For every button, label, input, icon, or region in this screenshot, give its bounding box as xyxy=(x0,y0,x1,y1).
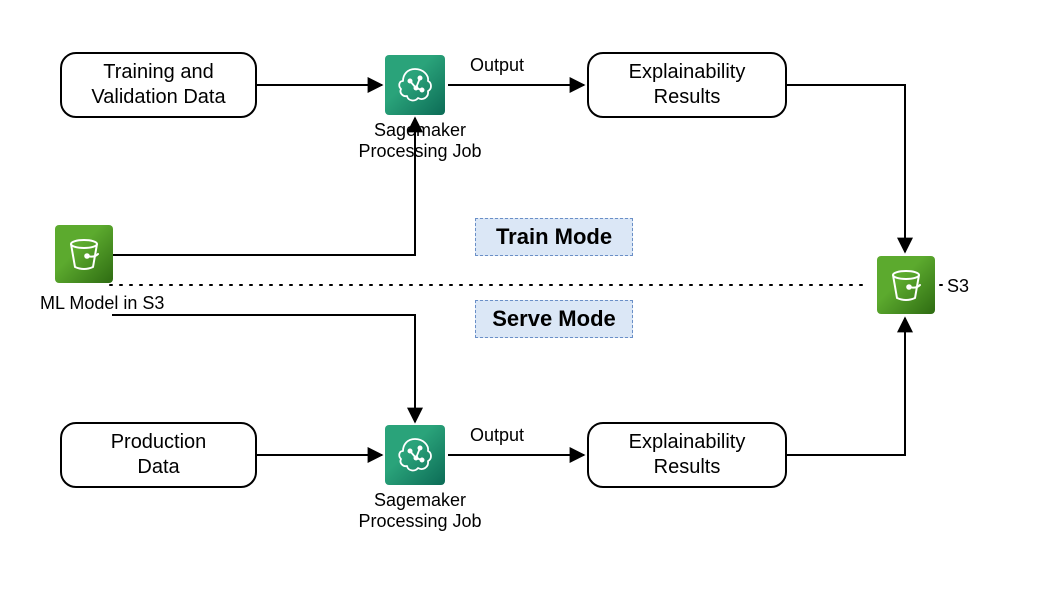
node-explainability-bottom: ExplainabilityResults xyxy=(587,422,787,488)
node-label: ExplainabilityResults xyxy=(629,430,746,480)
node-label: ExplainabilityResults xyxy=(629,60,746,110)
mode-train: Train Mode xyxy=(475,218,633,256)
node-label: Training andValidation Data xyxy=(91,60,225,110)
node-label: ProductionData xyxy=(111,430,207,480)
label-sg-bottom: SagemakerProcessing Job xyxy=(350,490,490,532)
node-explainability-top: ExplainabilityResults xyxy=(587,52,787,118)
mode-serve: Serve Mode xyxy=(475,300,633,338)
mode-label-text: Train Mode xyxy=(496,224,612,250)
node-production-data: ProductionData xyxy=(60,422,257,488)
mode-label-text: Serve Mode xyxy=(492,306,616,332)
s3-bucket-icon xyxy=(55,225,113,283)
sagemaker-icon xyxy=(385,55,445,115)
label-output-bottom: Output xyxy=(470,425,524,446)
s3-bucket-icon xyxy=(877,256,935,314)
label-sg-top: SagemakerProcessing Job xyxy=(350,120,490,162)
sagemaker-icon xyxy=(385,425,445,485)
label-output-top: Output xyxy=(470,55,524,76)
label-s3: S3 xyxy=(947,276,969,297)
label-ml-model: ML Model in S3 xyxy=(40,293,190,314)
node-training-data: Training andValidation Data xyxy=(60,52,257,118)
